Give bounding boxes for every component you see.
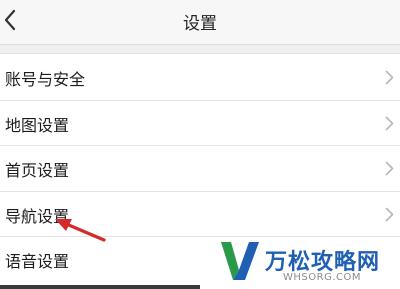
section-gap [0,45,400,54]
w-logo-icon [221,242,259,280]
bottom-strip [0,285,200,289]
chevron-right-icon [385,116,394,131]
chevron-right-icon [385,207,394,222]
page-title: 设置 [183,14,217,34]
watermark: 万松攻略网 WHSORG.COM [219,232,400,289]
watermark-site: WHSORG.COM [283,272,361,283]
settings-item-label: 首页设置 [5,161,70,180]
top-nav-bar: 设置 [0,0,400,45]
chevron-right-icon [385,70,394,85]
settings-item-label: 地图设置 [5,116,70,135]
settings-item-label: 语音设置 [5,252,70,271]
settings-item-account-security[interactable]: 账号与安全 [0,54,400,100]
settings-item-map[interactable]: 地图设置 [0,100,400,146]
chevron-right-icon [385,161,394,176]
settings-item-label: 账号与安全 [5,70,86,89]
red-arrow-icon [55,219,106,242]
settings-item-homepage[interactable]: 首页设置 [0,145,400,191]
